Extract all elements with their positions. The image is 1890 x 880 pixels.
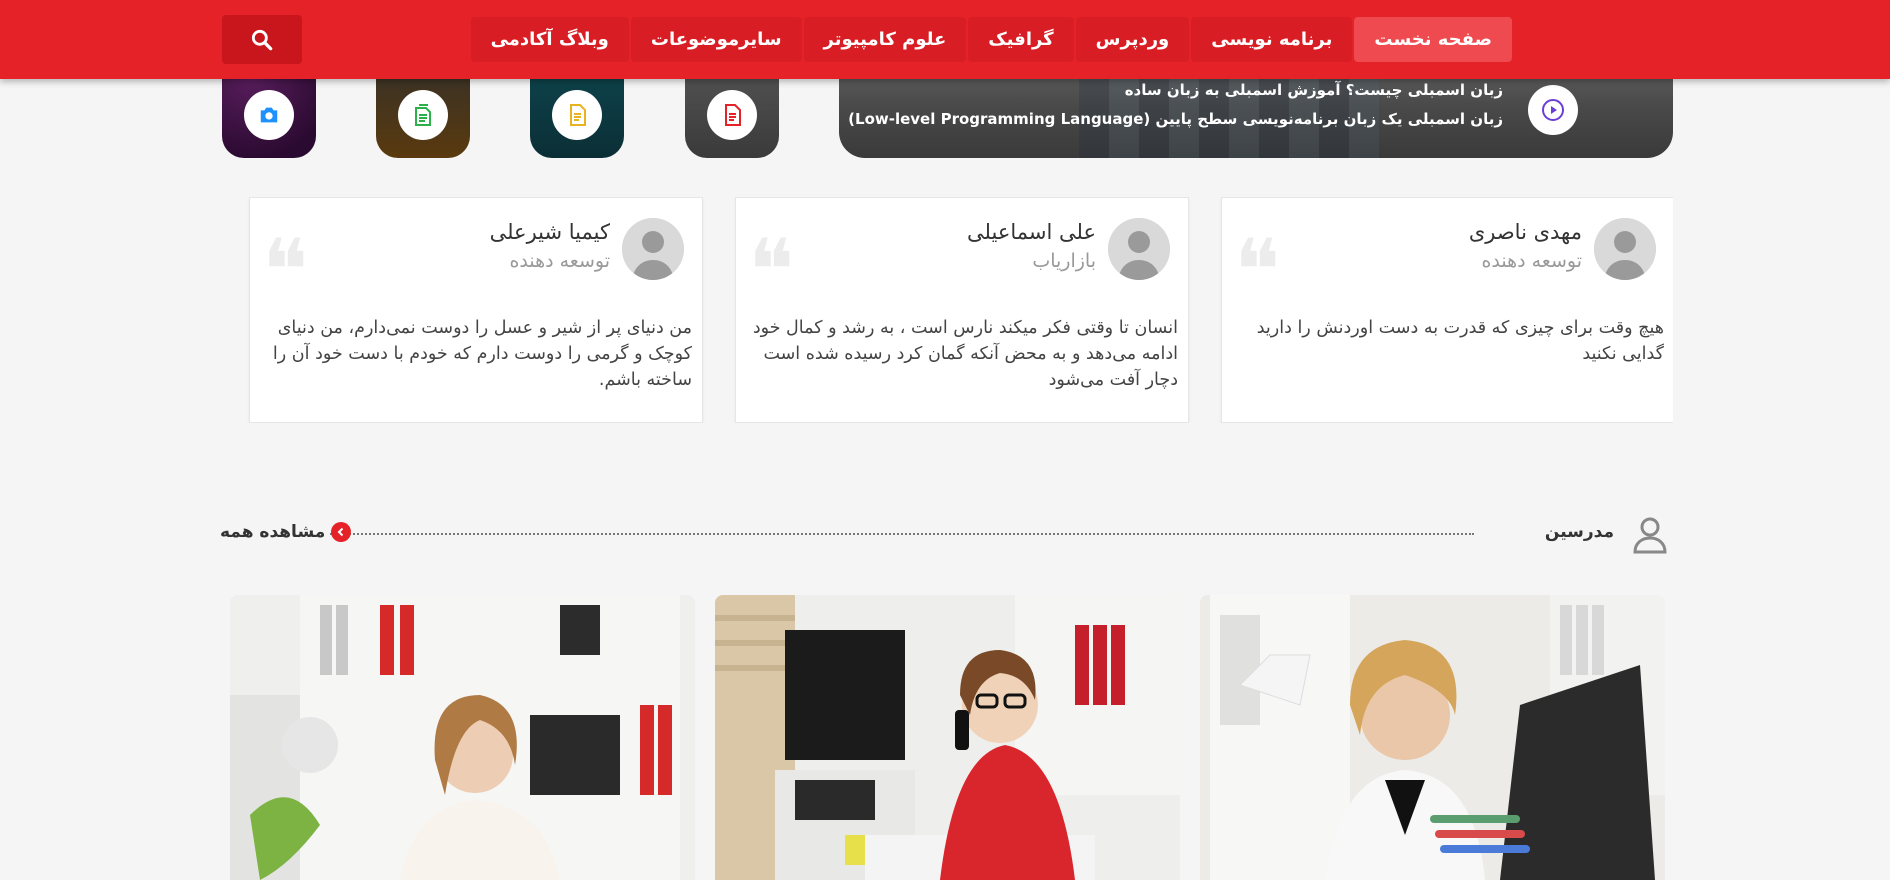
quote-icon: ❝ — [262, 221, 309, 321]
nav-item-computer-science[interactable]: علوم کامپیوتر — [803, 17, 967, 62]
divider — [330, 533, 1474, 535]
nav-item-graphics[interactable]: گرافیک — [968, 17, 1074, 62]
testimonial-card: علی اسماعیلی بازاریاب ❝ انسان تا وقتی فک… — [735, 197, 1189, 423]
document-icon — [552, 90, 602, 140]
instructors-header: مدرسین مشاهده همه — [220, 512, 1670, 556]
quote-icon: ❝ — [748, 221, 795, 321]
featured-title[interactable]: زبان اسمبلی چیست؟ آموزش اسمبلی به زبان س… — [1125, 81, 1503, 99]
search-button[interactable] — [222, 15, 302, 64]
user-icon — [1630, 514, 1670, 554]
nav-item-other-topics[interactable]: سایرموضوعات — [630, 17, 802, 62]
quote-icon: ❝ — [1234, 221, 1281, 321]
instructor-photo[interactable] — [715, 595, 1180, 880]
nav-item-programming[interactable]: برنامه نویسی — [1191, 17, 1353, 62]
nav-item-wordpress[interactable]: وردپرس — [1075, 17, 1190, 62]
top-navbar: صفحه نخست برنامه نویسی وردپرس گرافیک علو… — [0, 0, 1890, 79]
testimonial-text: انسان تا وقتی فکر میکند نارس است ، به رش… — [752, 318, 1178, 390]
testimonial-role: توسعه دهنده — [1481, 250, 1582, 272]
testimonial-role: بازاریاب — [1032, 250, 1096, 272]
sheet-icon — [398, 90, 448, 140]
testimonial-card: مهدی ناصری توسعه دهنده ❝ هیچ وقت برای چی… — [1221, 197, 1673, 423]
camera-icon — [244, 90, 294, 140]
avatar — [1594, 218, 1656, 280]
chevron-left-icon — [331, 522, 352, 542]
instructor-photo[interactable] — [1200, 595, 1665, 880]
testimonial-name: علی اسماعیلی — [967, 220, 1096, 244]
testimonial-name: مهدی ناصری — [1468, 220, 1582, 244]
view-all-link[interactable]: مشاهده همه — [220, 522, 352, 542]
main-menu: صفحه نخست برنامه نویسی وردپرس گرافیک علو… — [469, 17, 1512, 62]
testimonials-carousel: مهدی ناصری توسعه دهنده ❝ هیچ وقت برای چی… — [222, 197, 1673, 423]
testimonial-role: توسعه دهنده — [509, 250, 610, 272]
pdf-file-icon — [707, 90, 757, 140]
testimonial-text: هیچ وقت برای چیزی که قدرت به دست اوردنش … — [1256, 318, 1664, 364]
view-all-label[interactable]: مشاهده همه — [220, 522, 325, 542]
section-title: مدرسین — [1544, 522, 1614, 542]
testimonial-text: من دنیای پر از شیر و عسل را دوست نمی‌دار… — [272, 318, 692, 390]
testimonial-card: کیمیا شیرعلی توسعه دهنده ❝ من دنیای پر ا… — [249, 197, 703, 423]
instructor-photo[interactable] — [230, 595, 695, 880]
nav-item-home[interactable]: صفحه نخست — [1354, 17, 1512, 62]
testimonial-name: کیمیا شیرعلی — [489, 220, 610, 244]
featured-subtitle: زبان اسمبلی یک زبان برنامه‌نویسی سطح پای… — [848, 110, 1503, 128]
nav-item-blog[interactable]: وبلاگ آکادمی — [470, 17, 629, 62]
avatar — [1108, 218, 1170, 280]
search-icon — [251, 29, 273, 50]
avatar — [622, 218, 684, 280]
play-icon[interactable] — [1528, 85, 1578, 135]
